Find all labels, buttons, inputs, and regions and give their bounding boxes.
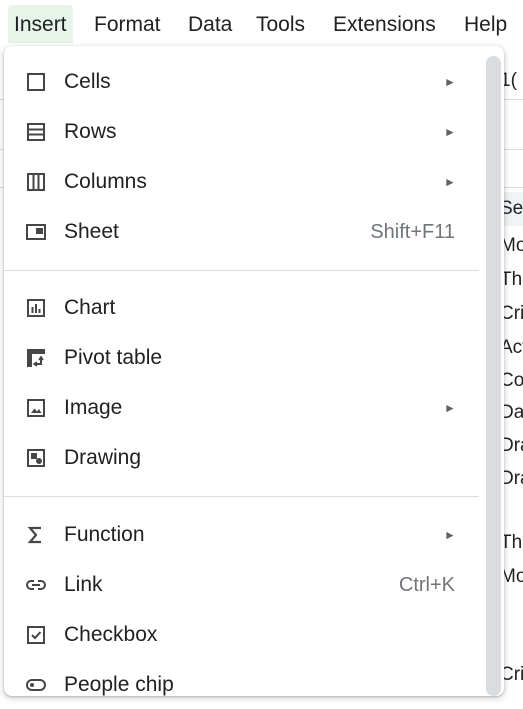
submenu-arrow-icon: ► xyxy=(444,125,456,139)
pivot-table-icon xyxy=(24,346,48,370)
menu-item-label: Columns xyxy=(64,170,147,193)
sheet-icon xyxy=(24,220,48,244)
menu-item-sheet[interactable]: Sheet Shift+F11 xyxy=(4,208,479,256)
menu-item-people-chip[interactable]: People chip xyxy=(4,661,479,709)
menu-help[interactable]: Help xyxy=(458,5,513,43)
menu-item-label: Link xyxy=(64,573,103,596)
menu-divider xyxy=(4,270,479,271)
shortcut-label: Shift+F11 xyxy=(370,221,455,243)
menu-divider xyxy=(4,496,479,497)
menu-item-checkbox[interactable]: Checkbox xyxy=(4,611,479,659)
menu-data[interactable]: Data xyxy=(182,5,238,43)
menu-item-label: Drawing xyxy=(64,446,142,469)
menu-format[interactable]: Format xyxy=(88,5,167,43)
columns-icon xyxy=(24,170,48,194)
menu-item-label: Sheet xyxy=(64,220,119,243)
menu-item-label: Checkbox xyxy=(64,623,158,646)
menu-item-pivot-table[interactable]: Pivot table xyxy=(4,334,479,382)
submenu-arrow-icon: ► xyxy=(444,75,456,89)
chart-icon xyxy=(24,296,48,320)
insert-menu: Cells ► Rows ► Columns ► Sheet Shift+F11… xyxy=(4,46,504,696)
menu-item-label: Rows xyxy=(64,120,117,143)
menu-item-columns[interactable]: Columns ► xyxy=(4,158,479,206)
menu-item-link[interactable]: Link Ctrl+K xyxy=(4,561,479,609)
menu-item-label: Image xyxy=(64,396,123,419)
menu-insert[interactable]: Insert xyxy=(8,5,73,43)
function-icon xyxy=(24,523,48,547)
menu-tools[interactable]: Tools xyxy=(250,5,311,43)
menu-scrollbar[interactable] xyxy=(486,56,501,696)
cells-icon xyxy=(24,70,48,94)
menu-item-drawing[interactable]: Drawing xyxy=(4,434,479,482)
shortcut-label: Ctrl+K xyxy=(398,574,455,596)
submenu-arrow-icon: ► xyxy=(444,528,456,542)
menu-item-cells[interactable]: Cells ► xyxy=(4,58,479,106)
menu-item-label: Function xyxy=(64,523,145,546)
menu-item-label: Chart xyxy=(64,296,116,319)
menu-item-label: Cells xyxy=(64,70,111,93)
drawing-icon xyxy=(24,446,48,470)
menu-item-function[interactable]: Function ► xyxy=(4,511,479,559)
menu-item-label: People chip xyxy=(64,673,174,696)
submenu-arrow-icon: ► xyxy=(444,175,456,189)
menu-item-image[interactable]: Image ► xyxy=(4,384,479,432)
people-chip-icon xyxy=(24,673,48,697)
menu-item-label: Pivot table xyxy=(64,346,163,369)
checkbox-icon xyxy=(24,623,48,647)
image-icon xyxy=(24,396,48,420)
link-icon xyxy=(24,573,48,597)
menu-extensions[interactable]: Extensions xyxy=(327,5,442,43)
menu-item-chart[interactable]: Chart xyxy=(4,284,479,332)
menu-bar: Insert Format Data Tools Extensions Help xyxy=(0,0,523,52)
submenu-arrow-icon: ► xyxy=(444,401,456,415)
rows-icon xyxy=(24,120,48,144)
menu-item-rows[interactable]: Rows ► xyxy=(4,108,479,156)
